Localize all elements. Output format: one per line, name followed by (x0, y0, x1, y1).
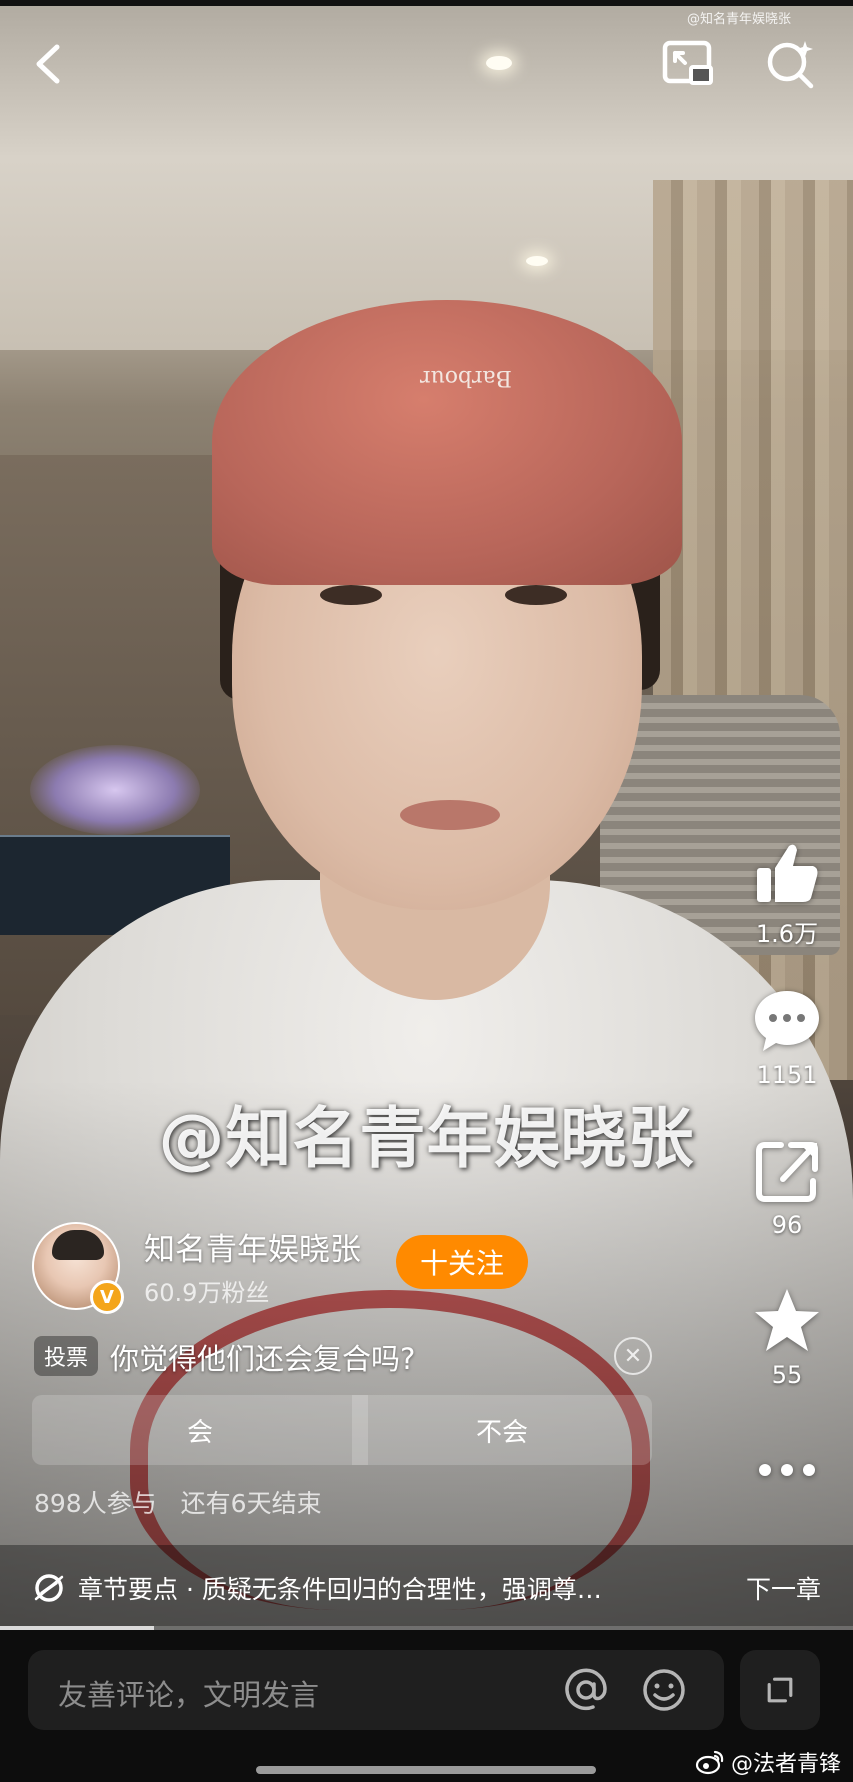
at-icon (565, 1668, 607, 1711)
avatar-hair (52, 1230, 104, 1260)
favorite-button[interactable]: 55 (739, 1285, 835, 1389)
person-eye (505, 585, 567, 605)
poll-option-yes[interactable]: 会 (32, 1395, 368, 1465)
expand-icon (767, 1677, 793, 1703)
author-name[interactable]: 知名青年娱晓张 (144, 1224, 361, 1269)
poll-participants: 898人参与 (34, 1489, 157, 1518)
author-info[interactable]: V 知名青年娱晓张 60.9万粉丝 (32, 1222, 361, 1314)
thumbs-up-icon (757, 844, 818, 902)
person-cap (212, 300, 682, 585)
like-button[interactable]: 1.6万 (739, 838, 835, 949)
picture-in-picture-button[interactable] (656, 32, 720, 96)
video-watermark: @知名青年娱晓张 (686, 12, 791, 27)
search-button[interactable] (758, 32, 822, 96)
next-chapter-button[interactable]: 下一章 (746, 1570, 821, 1606)
avatar[interactable]: V (32, 1222, 124, 1314)
search-icon (767, 41, 814, 89)
emoji-icon (643, 1669, 685, 1711)
comment-input[interactable]: 友善评论，文明发言 (28, 1650, 724, 1730)
chapter-ai-icon (34, 1573, 64, 1602)
share-icon (756, 1142, 818, 1202)
comment-icon (755, 991, 819, 1051)
poll-question: 你觉得他们还会复合吗? (110, 1342, 416, 1376)
video-caption: @知名青年娱晓张 (158, 1100, 695, 1177)
share-button[interactable]: 96 (739, 1135, 835, 1239)
chapter-summary: 章节要点 · 质疑无条件回归的合理性，强调尊… (78, 1574, 602, 1604)
status-strip (0, 0, 853, 6)
like-count: 1.6万 (755, 920, 819, 948)
follow-button[interactable]: 十关注 (396, 1235, 528, 1289)
comment-placeholder: 友善评论，文明发言 (58, 1678, 320, 1712)
home-indicator[interactable] (256, 1766, 596, 1774)
lamp-glow (30, 745, 200, 835)
comment-count: 1151 (756, 1061, 818, 1089)
more-dots-icon (759, 1464, 815, 1476)
weibo-watermark-text: @法者青锋 (730, 1752, 841, 1777)
cap-logo: Barbour (420, 365, 512, 390)
close-icon: ✕ (623, 1343, 643, 1369)
bottom-bar: 友善评论，文明发言 @法者青锋 (0, 1630, 853, 1782)
share-count: 96 (771, 1211, 803, 1239)
ceiling-light (486, 56, 512, 70)
person-eye (320, 585, 382, 605)
expand-comments-button[interactable] (740, 1650, 820, 1730)
comment-button[interactable]: 1151 (739, 985, 835, 1089)
video-frame[interactable]: Barbour (0, 0, 853, 1630)
person-mouth (400, 800, 500, 830)
poll-option-no[interactable]: 不会 (352, 1395, 652, 1465)
more-button[interactable] (739, 1450, 835, 1490)
chapter-bar[interactable]: 章节要点 · 质疑无条件回归的合理性，强调尊… 下一章 (0, 1545, 853, 1630)
weibo-logo-icon (695, 1750, 724, 1775)
weibo-watermark: @法者青锋 (695, 1746, 841, 1778)
star-icon (755, 1289, 819, 1351)
picture-in-picture-icon (662, 40, 713, 85)
ceiling-light (526, 256, 548, 266)
poll-deadline: 还有6天结束 (180, 1489, 322, 1518)
poll-close-button[interactable]: ✕ (614, 1337, 652, 1375)
emoji-button[interactable] (638, 1664, 690, 1716)
verified-badge: V (90, 1280, 124, 1314)
back-button[interactable] (18, 32, 82, 96)
poll-tag: 投票 (34, 1336, 98, 1376)
favorite-count: 55 (771, 1361, 803, 1389)
poll-meta: 898人参与 还有6天结束 (34, 1484, 322, 1520)
chevron-left-icon (36, 44, 60, 84)
mention-button[interactable] (560, 1664, 612, 1716)
author-fans: 60.9万粉丝 (144, 1279, 270, 1307)
